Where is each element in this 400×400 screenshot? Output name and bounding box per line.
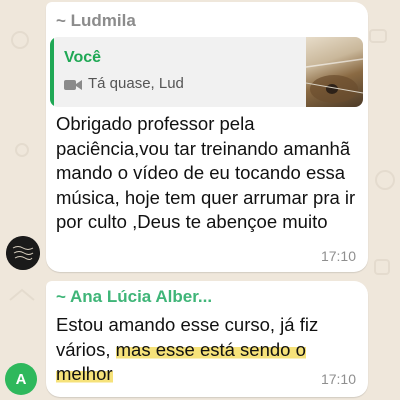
sender-name[interactable]: ~ Ludmila [56,11,136,31]
video-thumbnail[interactable] [305,37,363,107]
profile-photo-icon[interactable] [6,236,40,270]
message-time: 17:10 [320,371,356,387]
message-bubble[interactable]: ~ Ana Lúcia Alber... Estou amando esse c… [46,281,368,397]
quote-text: Tá quase, Lud [88,75,184,92]
message-text: Estou amando esse curso, já fiz vários, … [56,313,360,387]
message-time: 17:10 [320,248,356,264]
quote-author: Você [64,49,102,66]
quoted-reply[interactable]: Você Tá quase, Lud [50,37,363,107]
quote-content: Tá quase, Lud [64,75,184,92]
avatar[interactable]: A [5,363,37,395]
message-bubble[interactable]: ~ Ludmila Você Tá quase, Lud Obrigado pr… [46,2,368,272]
quote-accent-bar [50,37,54,107]
video-camera-icon [64,78,82,90]
sender-name[interactable]: ~ Ana Lúcia Alber... [56,287,212,307]
message-text: Obrigado professor pela paciência,vou ta… [56,113,356,232]
